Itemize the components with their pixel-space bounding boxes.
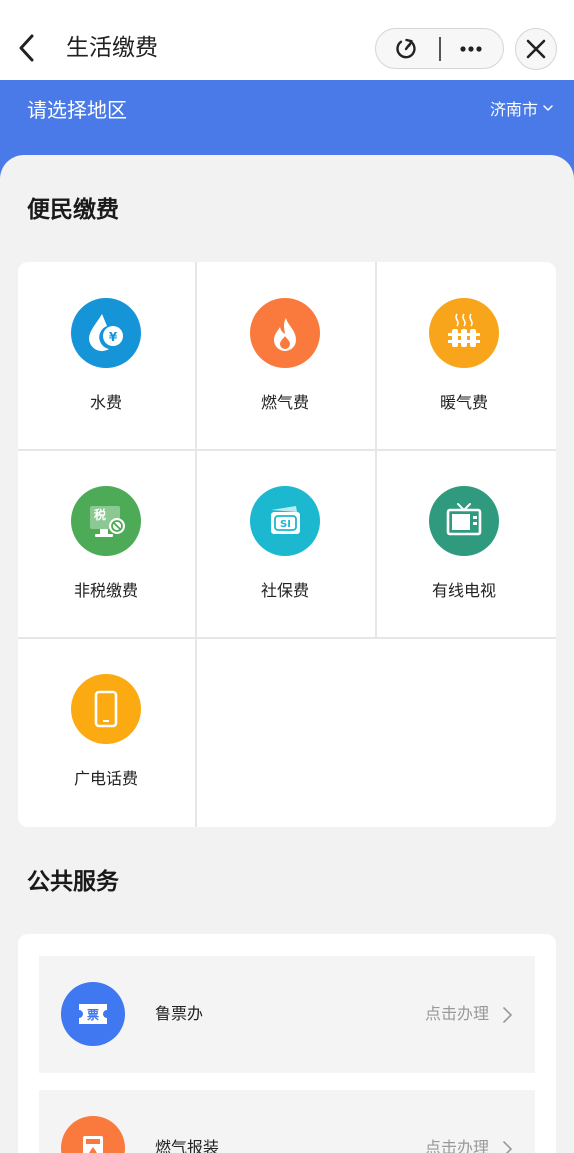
ticket-icon: 票 [61,982,125,1046]
grid-item-label: 暖气费 [439,393,488,412]
radiator-icon [429,298,499,368]
gas-install-icon [61,1116,125,1153]
grid-item-label: 燃气费 [260,393,309,412]
grid-item-water[interactable]: ¥ 水费 [18,262,197,450]
service-action: 点击办理 [424,1138,489,1153]
close-button[interactable] [515,28,557,70]
chevron-right-icon [503,1007,512,1023]
svg-text:税: 税 [94,507,106,522]
region-title: 请选择地区 [27,98,127,122]
social-security-card-icon: SI [250,486,320,556]
water-drop-icon: ¥ [71,298,141,368]
svg-text:¥: ¥ [109,330,118,344]
grid-item-label: 社保费 [260,581,309,600]
public-services-card: 票 鲁票办 点击办理 燃气报装 点击办理 [18,934,556,1153]
service-row-gas-install[interactable]: 燃气报装 点击办理 [39,1090,535,1153]
convenience-grid: ¥ 水费 燃气费 暖气费 税 非税缴费 SI 社保费 有线电视 广电话费 [18,262,556,827]
service-action: 点击办理 [424,1004,489,1023]
section-title-public-services: 公共服务 [27,869,119,895]
section-title-convenience: 便民缴费 [27,197,119,223]
service-name: 燃气报装 [155,1138,220,1153]
grid-item-label: 有线电视 [431,581,496,600]
more-dots-icon [460,46,482,52]
service-name: 鲁票办 [155,1004,204,1023]
city-selector[interactable]: 济南市 [490,96,538,124]
grid-item-cable-tv[interactable]: 有线电视 [376,450,555,638]
flame-icon [250,298,320,368]
grid-item-label: 水费 [89,393,122,412]
service-row-lupiaoban[interactable]: 票 鲁票办 点击办理 [39,956,535,1073]
tv-icon [429,486,499,556]
tax-monitor-icon: 税 [71,486,141,556]
refresh-icon [396,38,416,59]
grid-item-label: 广电话费 [73,769,138,788]
svg-text:SI: SI [280,519,291,530]
back-button[interactable] [14,28,42,68]
mini-program-capsule [375,28,504,69]
grid-item-non-tax[interactable]: 税 非税缴费 [18,450,197,638]
chevron-right-icon [503,1141,512,1153]
grid-item-label: 非税缴费 [73,581,138,600]
chevron-left-icon [19,34,34,62]
more-button[interactable] [456,34,486,64]
grid-item-broadcast-phone[interactable]: 广电话费 [18,638,197,826]
grid-item-gas[interactable]: 燃气费 [197,262,376,450]
page-title: 生活缴费 [66,35,158,61]
top-nav-bar: 生活缴费 [0,0,574,80]
chevron-down-icon [543,105,553,111]
grid-item-social-security[interactable]: SI 社保费 [197,450,376,638]
refresh-button[interactable] [394,37,418,61]
grid-item-heating[interactable]: 暖气费 [376,262,555,450]
svg-text:票: 票 [87,1008,99,1022]
capsule-divider [439,37,441,61]
phone-icon [71,674,141,744]
close-icon [526,39,546,59]
